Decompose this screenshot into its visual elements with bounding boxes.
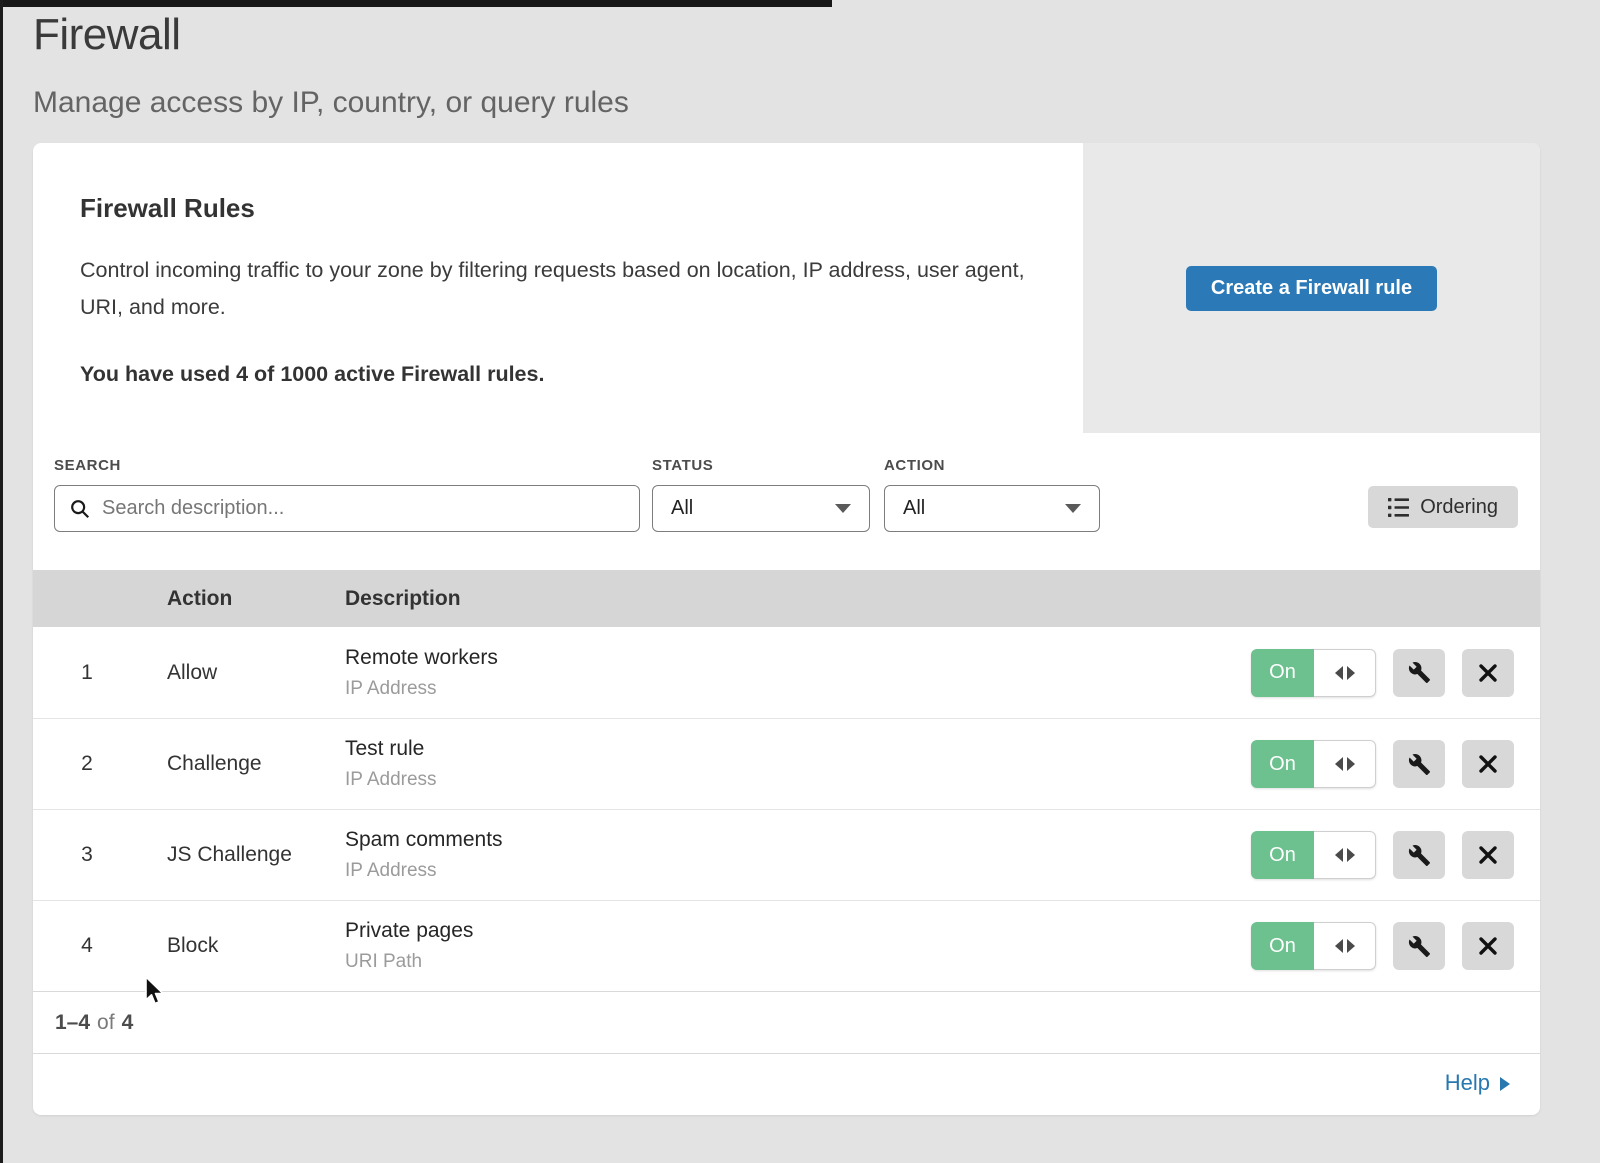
table-row: 1 Allow Remote workers IP Address On [33,627,1540,718]
wrench-icon [1408,753,1431,776]
arrow-right-icon [1347,666,1355,680]
pagination-total: 4 [122,1011,134,1035]
arrow-right-icon [1347,757,1355,771]
close-icon [1478,754,1498,774]
rule-on-toggle[interactable]: On [1251,831,1314,879]
firewall-rules-card: Firewall Rules Control incoming traffic … [33,143,1540,1115]
filters-bar: SEARCH STATUS All ACTION All [33,433,1540,570]
list-ordering-icon [1388,498,1409,517]
page-header: Firewall Manage access by IP, country, o… [0,0,1600,120]
rule-priority: 2 [57,752,117,776]
arrow-left-icon [1335,939,1343,953]
page-title: Firewall [33,10,1600,60]
action-select[interactable]: All [884,485,1100,532]
help-row: Help [33,1053,1540,1112]
rule-toggle-switch-button[interactable] [1314,740,1376,788]
rule-priority: 1 [57,661,117,685]
delete-rule-button[interactable] [1462,922,1514,970]
rule-toggle-group: On [1251,831,1376,879]
rule-toggle-group: On [1251,649,1376,697]
rule-description: Private pages [345,919,1240,943]
table-row: 3 JS Challenge Spam comments IP Address … [33,809,1540,900]
arrow-left-icon [1335,757,1343,771]
arrow-left-icon [1335,848,1343,862]
rule-description: Test rule [345,737,1240,761]
rule-action: JS Challenge [167,843,345,867]
delete-rule-button[interactable] [1462,740,1514,788]
help-link-label: Help [1445,1070,1490,1096]
chevron-down-icon [835,504,851,513]
arrow-right-icon [1500,1077,1510,1091]
edit-rule-button[interactable] [1393,649,1445,697]
rule-field-type: URI Path [345,951,1240,973]
rule-on-toggle[interactable]: On [1251,922,1314,970]
help-link[interactable]: Help [1445,1070,1510,1096]
search-icon [69,498,91,520]
action-selected-value: All [903,497,1065,520]
close-icon [1478,663,1498,683]
arrow-left-icon [1335,666,1343,680]
pagination: 1–4 of 4 [33,991,1540,1053]
status-selected-value: All [671,497,835,520]
overview-section: Firewall Rules Control incoming traffic … [33,143,1540,433]
close-icon [1478,845,1498,865]
rule-field-type: IP Address [345,769,1240,791]
action-column-header: Action [167,587,345,611]
rule-toggle-group: On [1251,922,1376,970]
chevron-down-icon [1065,504,1081,513]
rules-table-body: 1 Allow Remote workers IP Address On [33,627,1540,991]
description-column-header: Description [345,587,1240,611]
rule-action: Challenge [167,752,345,776]
search-label: SEARCH [54,457,640,474]
status-label: STATUS [652,457,870,474]
rule-priority: 3 [57,843,117,867]
wrench-icon [1408,844,1431,867]
page-subtitle: Manage access by IP, country, or query r… [33,86,1600,120]
rule-field-type: IP Address [345,678,1240,700]
rule-action: Block [167,934,345,958]
rule-action: Allow [167,661,345,685]
rule-toggle-switch-button[interactable] [1314,649,1376,697]
close-icon [1478,936,1498,956]
edit-rule-button[interactable] [1393,831,1445,879]
edit-rule-button[interactable] [1393,740,1445,788]
action-label: ACTION [884,457,1100,474]
rule-toggle-switch-button[interactable] [1314,922,1376,970]
rule-description: Spam comments [345,828,1240,852]
delete-rule-button[interactable] [1462,831,1514,879]
table-row: 4 Block Private pages URI Path On [33,900,1540,991]
create-firewall-rule-button[interactable]: Create a Firewall rule [1186,266,1437,311]
rule-field-type: IP Address [345,860,1240,882]
search-box [54,485,640,532]
window-edge-left [0,0,3,1163]
usage-summary: You have used 4 of 1000 active Firewall … [80,362,1043,387]
rule-description: Remote workers [345,646,1240,670]
arrow-right-icon [1347,848,1355,862]
section-description: Control incoming traffic to your zone by… [80,252,1030,326]
table-header: Action Description [33,570,1540,627]
status-select[interactable]: All [652,485,870,532]
section-heading: Firewall Rules [80,193,1043,224]
table-row: 2 Challenge Test rule IP Address On [33,718,1540,809]
wrench-icon [1408,661,1431,684]
arrow-right-icon [1347,939,1355,953]
ordering-button-label: Ordering [1420,496,1498,519]
rule-on-toggle[interactable]: On [1251,740,1314,788]
ordering-button[interactable]: Ordering [1368,486,1518,528]
edit-rule-button[interactable] [1393,922,1445,970]
pagination-range: 1–4 [55,1011,90,1035]
search-input[interactable] [55,486,639,531]
wrench-icon [1408,935,1431,958]
rule-on-toggle[interactable]: On [1251,649,1314,697]
create-rule-panel: Create a Firewall rule [1083,143,1540,433]
rule-priority: 4 [57,934,117,958]
rule-toggle-switch-button[interactable] [1314,831,1376,879]
delete-rule-button[interactable] [1462,649,1514,697]
pagination-of: of [97,1011,115,1035]
window-edge-top [0,0,832,7]
rule-toggle-group: On [1251,740,1376,788]
